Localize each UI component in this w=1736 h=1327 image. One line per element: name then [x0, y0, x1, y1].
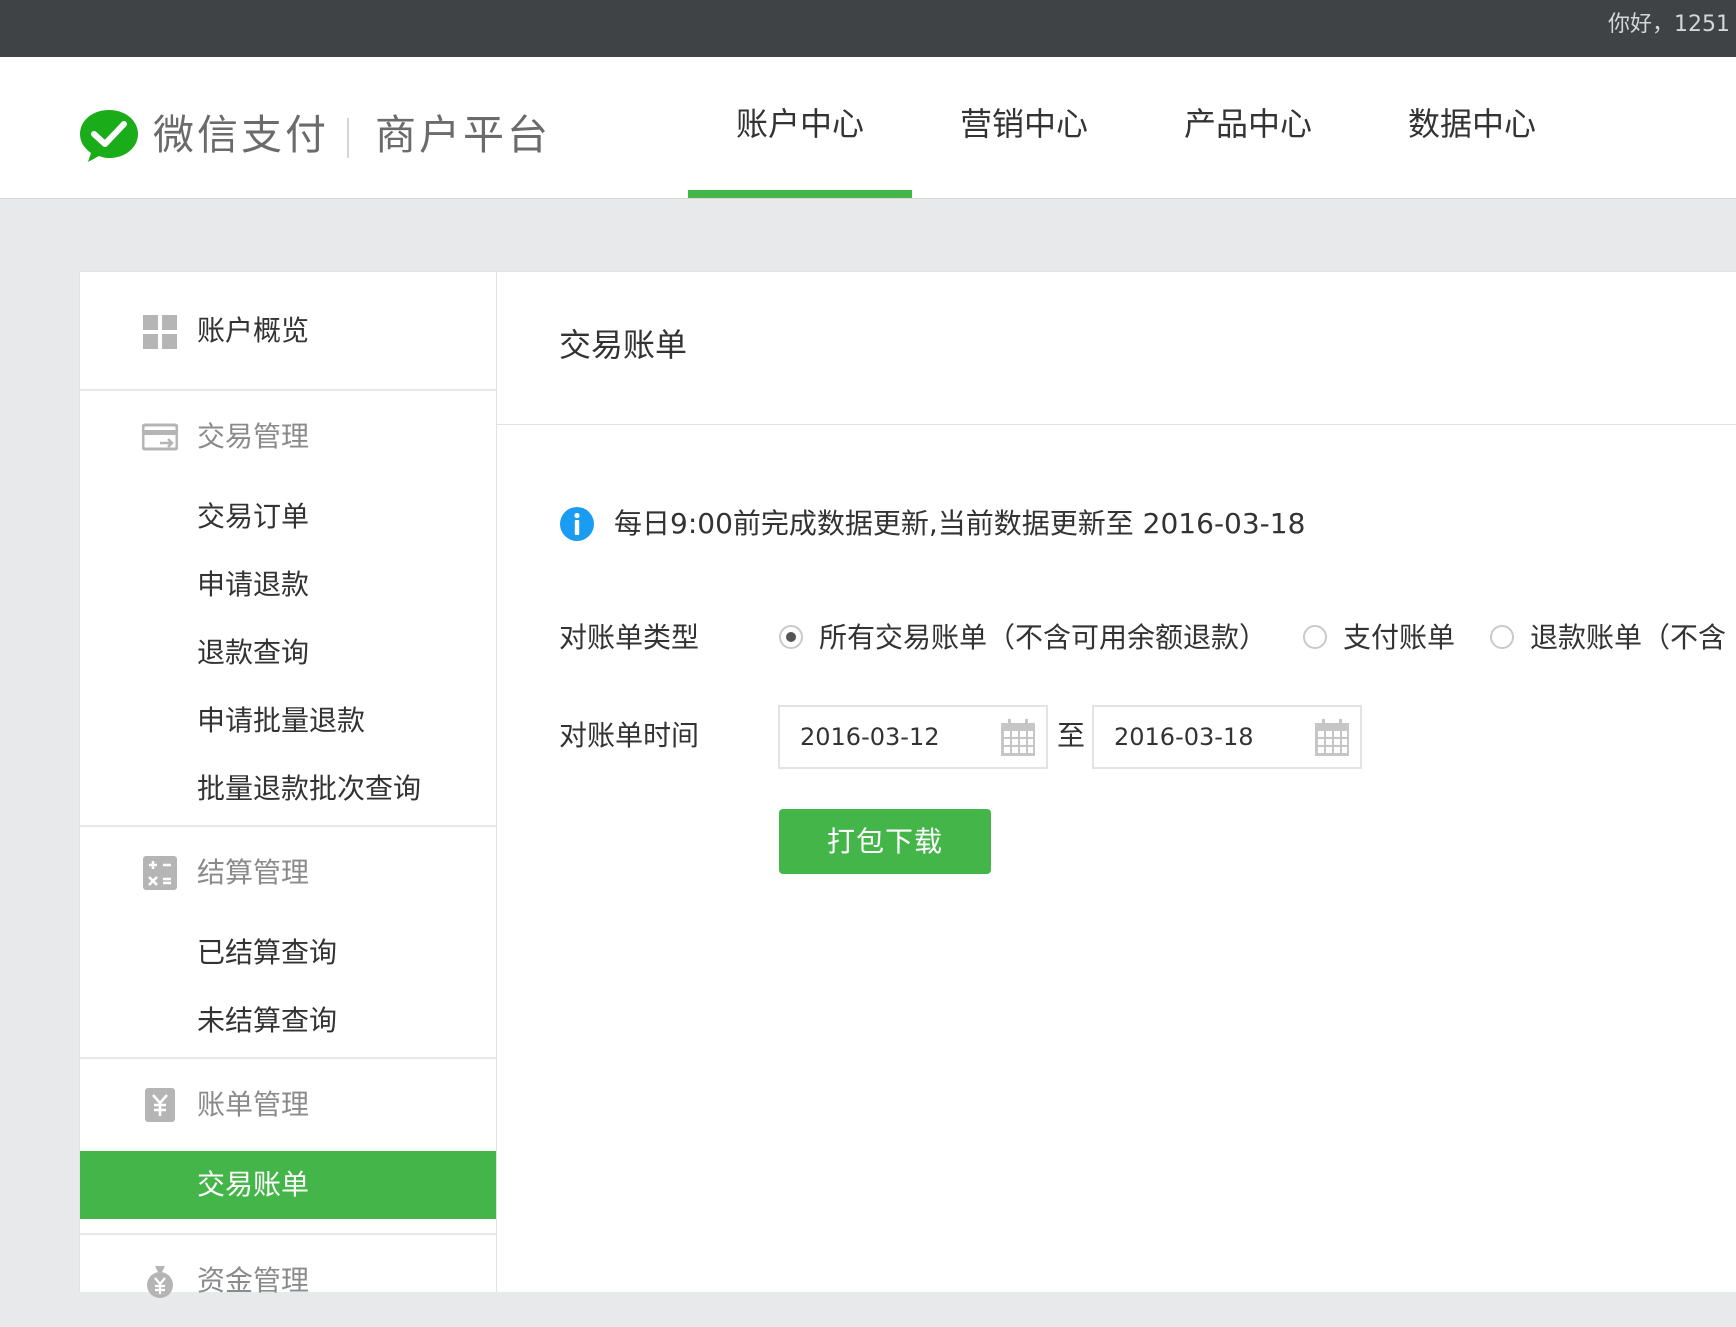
sidebar-group-trade: 交易管理 交易订单 申请退款 退款查询 申请批量退款 批量退款批次查询	[80, 391, 496, 827]
page-title: 交易账单	[559, 326, 688, 364]
main-title-bar: 交易账单	[497, 272, 1736, 425]
sidebar-group-overview: 账户概览	[80, 272, 496, 391]
grid-icon	[143, 315, 177, 349]
end-date-field[interactable]	[1092, 705, 1362, 769]
start-date-input[interactable]	[800, 719, 980, 755]
sidebar-group-title: 结算管理	[197, 856, 310, 889]
sidebar-group-title: 账单管理	[197, 1088, 310, 1121]
date-range-separator: 至	[1057, 719, 1086, 752]
sidebar-item-trade-orders[interactable]: 交易订单	[80, 483, 496, 551]
header: 微信支付 商户平台 账户中心 营销中心 产品中心 数据中心	[0, 57, 1736, 199]
sidebar-item-batch-refund-query[interactable]: 批量退款批次查询	[80, 755, 496, 823]
sidebar-group-settlement: 结算管理 已结算查询 未结算查询	[80, 827, 496, 1059]
calendar-icon[interactable]	[1314, 719, 1350, 757]
download-package-button[interactable]: 打包下载	[779, 809, 991, 874]
nav-tab-marketing-center[interactable]: 营销中心	[912, 57, 1136, 198]
yuan-bill-icon	[145, 1088, 175, 1122]
start-date-field[interactable]	[778, 705, 1048, 769]
wechat-pay-logo-icon[interactable]	[78, 107, 140, 165]
radio-circle[interactable]	[1303, 625, 1327, 649]
brand-divider	[347, 118, 349, 158]
nav-tab-product-center[interactable]: 产品中心	[1136, 57, 1360, 198]
sidebar-group-header-trade: 交易管理	[80, 391, 496, 483]
sidebar-group-title: 交易管理	[197, 420, 310, 453]
sidebar-group-bill: 账单管理 交易账单	[80, 1059, 496, 1221]
brand-name[interactable]: 微信支付	[153, 107, 329, 163]
calculator-icon	[143, 856, 177, 890]
sidebar-group-header-funds: 资金管理	[80, 1235, 496, 1327]
radio-circle[interactable]	[1490, 625, 1514, 649]
radio-circle[interactable]	[779, 625, 803, 649]
bill-type-label: 对账单类型	[559, 621, 700, 654]
sidebar-item-account-overview[interactable]: 账户概览	[80, 272, 496, 389]
main-panel: 交易账单 每日9:00前完成数据更新,当前数据更新至 2016-03-18 对账…	[497, 271, 1736, 1292]
radio-label: 所有交易账单（不含可用余额退款）	[819, 621, 1268, 654]
nav-tab-data-center[interactable]: 数据中心	[1360, 57, 1584, 198]
nav-tab-account-center[interactable]: 账户中心	[688, 57, 912, 198]
sidebar-group-funds: 资金管理	[80, 1233, 496, 1327]
radio-label: 支付账单	[1343, 621, 1456, 654]
sidebar-item-unsettled-query[interactable]: 未结算查询	[80, 987, 496, 1055]
user-greeting[interactable]: 你好，1251	[1608, 11, 1730, 39]
sidebar-item-settled-query[interactable]: 已结算查询	[80, 919, 496, 987]
sidebar-group-header-settlement: 结算管理	[80, 827, 496, 919]
sidebar-item-trade-bill[interactable]: 交易账单	[80, 1151, 496, 1219]
top-bar: 你好，1251	[0, 0, 1736, 57]
platform-name[interactable]: 商户平台	[375, 107, 551, 163]
info-icon	[560, 507, 594, 541]
notice-text: 每日9:00前完成数据更新,当前数据更新至 2016-03-18	[614, 507, 1306, 540]
end-date-input[interactable]	[1114, 719, 1294, 755]
money-bag-icon	[147, 1266, 173, 1298]
sidebar: 账户概览 交易管理 交易订单 申请退款 退款查询 申请批量退款 批量退款批次查询…	[79, 271, 497, 1298]
sidebar-item-batch-refund[interactable]: 申请批量退款	[80, 687, 496, 755]
bill-time-label: 对账单时间	[559, 719, 700, 752]
sidebar-group-title: 资金管理	[197, 1264, 310, 1297]
calendar-icon[interactable]	[1000, 719, 1036, 757]
radio-label: 退款账单（不含	[1530, 621, 1727, 654]
sidebar-group-header-bill: 账单管理	[80, 1059, 496, 1151]
card-transfer-icon	[142, 423, 178, 451]
sidebar-item-apply-refund[interactable]: 申请退款	[80, 551, 496, 619]
sidebar-item-refund-query[interactable]: 退款查询	[80, 619, 496, 687]
sidebar-item-label: 账户概览	[197, 314, 310, 347]
